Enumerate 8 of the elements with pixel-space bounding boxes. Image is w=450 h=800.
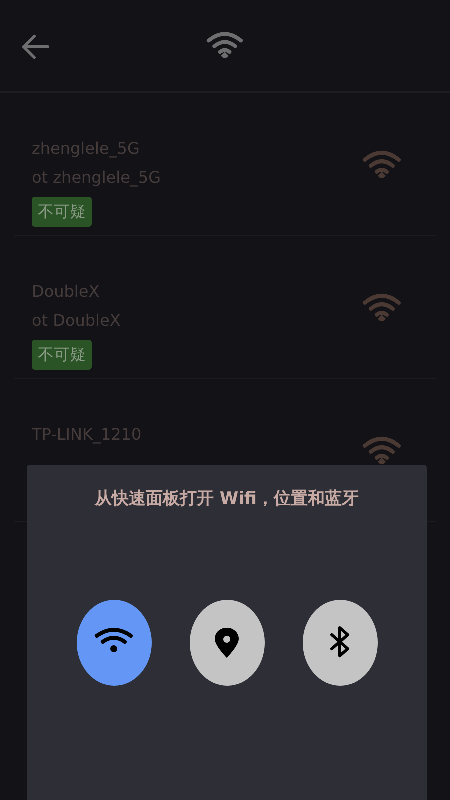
status-badge: 不可疑 [32, 340, 92, 370]
wifi-icon [206, 30, 244, 61]
back-arrow-icon[interactable] [21, 34, 50, 60]
quick-panel-title: 从快速面板打开 Wifi，位置和蓝牙 [94, 488, 360, 510]
wifi-signal-icon [362, 292, 402, 324]
wifi-signal-icon [362, 435, 402, 467]
wifi-signal-icon [362, 149, 402, 181]
status-badge: 不可疑 [32, 197, 92, 227]
